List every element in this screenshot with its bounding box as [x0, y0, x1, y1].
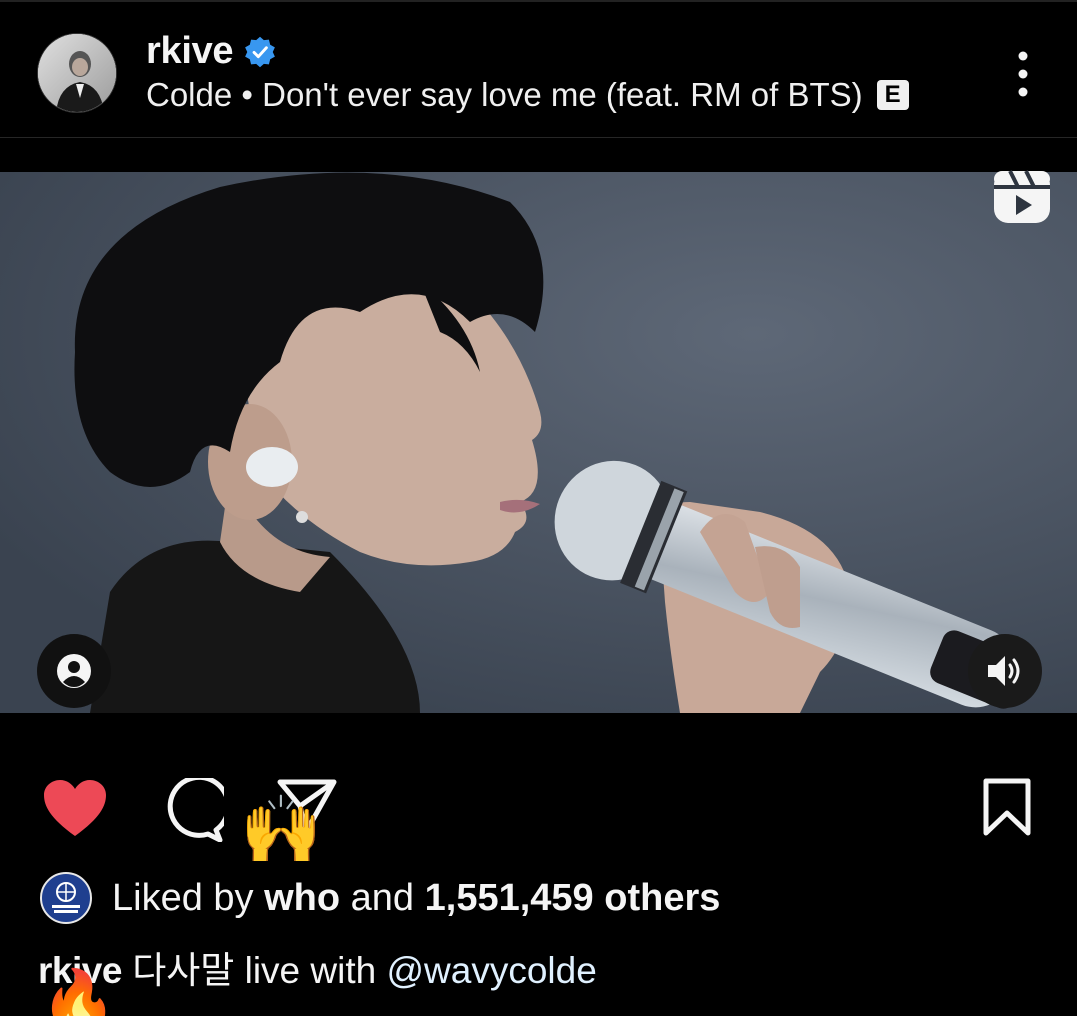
- audio-track-label: Colde • Don't ever say love me (feat. RM…: [146, 76, 863, 113]
- liker-avatar: [40, 872, 92, 924]
- volume-icon: [988, 656, 1020, 686]
- caption-text: 다사말 live with: [132, 950, 377, 991]
- post-caption: rkive 다사말 live with @wavycolde: [38, 940, 597, 994]
- explicit-badge: E: [876, 80, 909, 110]
- profile-avatar[interactable]: [37, 33, 117, 113]
- caption-mention[interactable]: @wavycolde: [386, 950, 596, 991]
- action-bar: 🙌: [0, 760, 1077, 866]
- comment-icon[interactable]: [158, 778, 224, 842]
- reel-video[interactable]: [0, 172, 1077, 713]
- liked-by-user[interactable]: who: [264, 877, 340, 919]
- reaction-emoji: 🙌: [240, 792, 323, 866]
- mute-toggle-button[interactable]: [968, 634, 1042, 708]
- caption-emoji: 🔥: [40, 968, 118, 1016]
- audio-track-link[interactable]: Colde • Don't ever say love me (feat. RM…: [146, 76, 909, 114]
- user-tag-icon: [57, 654, 91, 688]
- who-logo-icon: [52, 882, 80, 913]
- liked-by-prefix: Liked by: [112, 876, 254, 919]
- likes-summary[interactable]: Liked by who and 1,551,459 others: [40, 872, 720, 924]
- reels-icon: [994, 170, 1050, 223]
- heart-filled-icon[interactable]: [42, 778, 108, 838]
- liked-by-and: and: [350, 876, 415, 919]
- more-vertical-icon[interactable]: [1005, 50, 1041, 100]
- tagged-users-button[interactable]: [37, 634, 111, 708]
- likes-count[interactable]: 1,551,459 others: [425, 877, 721, 919]
- verified-badge-icon: [245, 36, 276, 67]
- video-frame: [0, 172, 1077, 713]
- post-username[interactable]: rkive: [146, 30, 234, 73]
- post-header: rkive Colde • Don't ever say love me (fe…: [0, 0, 1077, 138]
- bookmark-icon[interactable]: [982, 778, 1032, 836]
